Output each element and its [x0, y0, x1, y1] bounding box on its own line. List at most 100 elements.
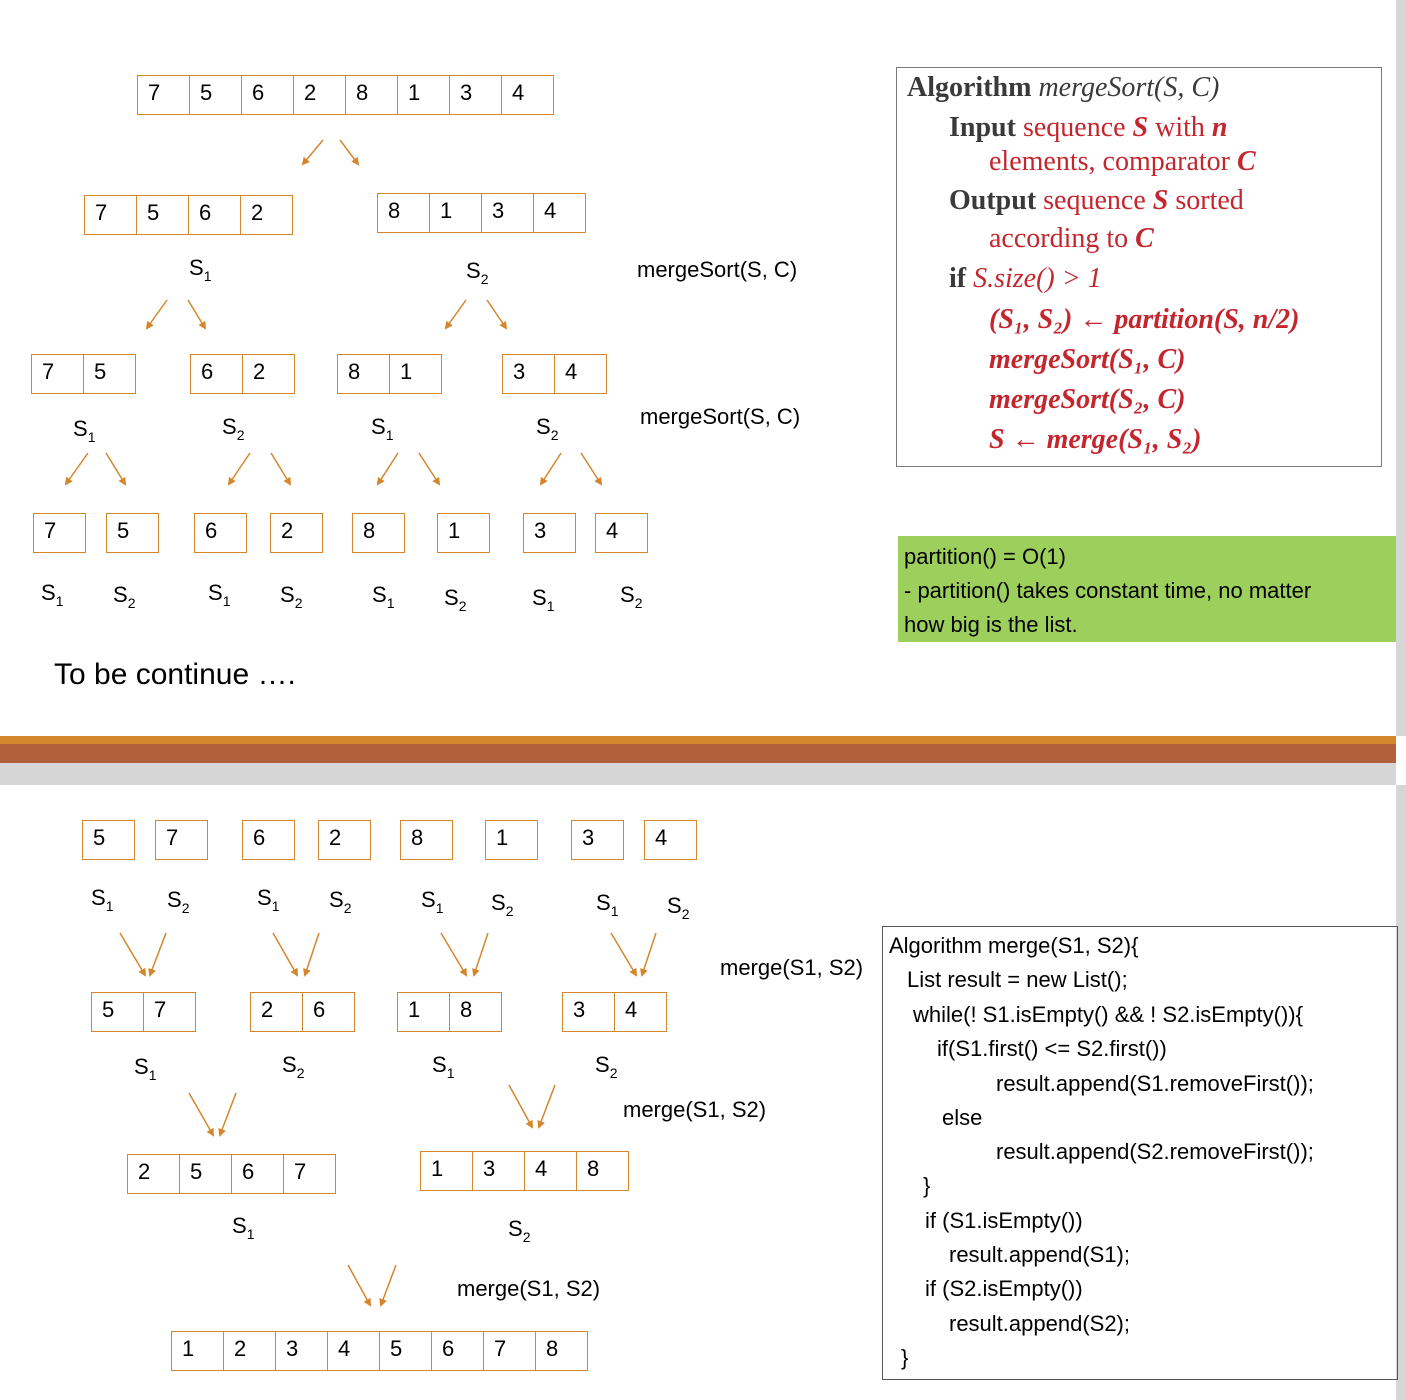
- array-cell: 8: [449, 992, 502, 1032]
- s-subscript: 2: [296, 1065, 305, 1081]
- s-letter: S: [620, 582, 635, 607]
- array-cell: 7: [483, 1331, 536, 1371]
- s-subscript: 2: [550, 427, 559, 443]
- array-cell: 8: [400, 820, 453, 860]
- s-subscript: 2: [343, 900, 352, 916]
- array-cell: 3: [571, 820, 624, 860]
- merge-l1-b: 26: [250, 992, 355, 1032]
- array-cell: 7: [155, 820, 208, 860]
- s-subscript: 1: [271, 898, 280, 914]
- array-cell: 6: [431, 1331, 484, 1371]
- s-subscript: 1: [222, 593, 231, 609]
- array-cell: 3: [449, 75, 502, 115]
- array-cell: 7: [31, 354, 84, 394]
- arrow-line: [347, 1264, 371, 1307]
- code-line: else: [942, 1105, 983, 1130]
- array-cell: 1: [485, 820, 538, 860]
- code-line: Algorithm merge(S1, S2){: [889, 933, 1139, 958]
- s-label: S2: [282, 1052, 304, 1081]
- merge-l0-h: 4: [644, 820, 697, 860]
- s-letter: S: [596, 890, 611, 915]
- s-label: S2: [222, 414, 244, 443]
- arrow-line: [148, 932, 167, 977]
- array-cell: 2: [293, 75, 346, 115]
- s-letter: S: [466, 258, 481, 283]
- algo-input-line: Input sequence S with n: [949, 112, 1228, 143]
- arrow-line: [64, 452, 89, 486]
- algo-step-mergesort-1: mergeSort(S₁, C): [989, 344, 1186, 375]
- s-label: S1: [532, 585, 554, 614]
- arrow-line: [272, 932, 298, 977]
- s-label: S2: [620, 582, 642, 611]
- s-subscript: 2: [127, 595, 136, 611]
- s-letter: S: [491, 890, 506, 915]
- arrow-line: [187, 299, 207, 330]
- s-label: S1: [432, 1052, 454, 1081]
- merge-l0-c: 6: [242, 820, 295, 860]
- s-label: S1: [134, 1054, 156, 1083]
- s-subscript: 2: [681, 906, 690, 922]
- s-label: S1: [371, 414, 393, 443]
- code-line: result.append(S2);: [949, 1311, 1130, 1336]
- s-label: S1: [73, 416, 95, 445]
- array-cell: 6: [188, 195, 241, 235]
- s-label: S2: [329, 887, 351, 916]
- array-cell: 5: [83, 354, 136, 394]
- array-cell: 1: [397, 75, 450, 115]
- s-letter: S: [282, 1052, 297, 1077]
- array-cell: 6: [231, 1154, 284, 1194]
- split-l3-d: 2: [270, 513, 323, 553]
- algo-header: Algorithm mergeSort(S, C): [907, 72, 1220, 103]
- s-label: S1: [41, 580, 63, 609]
- merge-l0-f: 1: [485, 820, 538, 860]
- array-cell: 6: [190, 354, 243, 394]
- code-line: List result = new List();: [907, 967, 1128, 992]
- s-letter: S: [280, 582, 295, 607]
- array-cell: 4: [644, 820, 697, 860]
- array-cell: 8: [576, 1151, 629, 1191]
- array-cell: 4: [524, 1151, 577, 1191]
- array-cell: 2: [270, 513, 323, 553]
- s-letter: S: [113, 582, 128, 607]
- merge-l1-d: 34: [562, 992, 667, 1032]
- merge-l1-c: 18: [397, 992, 502, 1032]
- split-l3-h: 4: [595, 513, 648, 553]
- split-root: 75628134: [137, 75, 554, 115]
- array-cell: 3: [481, 193, 534, 233]
- arrow-line: [508, 1084, 533, 1129]
- s-letter: S: [536, 414, 551, 439]
- array-cell: 6: [302, 992, 355, 1032]
- section-divider-orange: [0, 736, 1396, 744]
- s-letter: S: [73, 416, 88, 441]
- s-letter: S: [134, 1054, 149, 1079]
- split-l2-d: 34: [502, 354, 607, 394]
- merge-l0-a: 5: [82, 820, 135, 860]
- array-cell: 2: [127, 1154, 180, 1194]
- s-subscript: 2: [480, 271, 489, 287]
- s-label: S2: [667, 893, 689, 922]
- s-subscript: 1: [87, 429, 96, 445]
- arrow-line: [270, 452, 292, 486]
- s-label: S2: [466, 258, 488, 287]
- array-cell: 5: [379, 1331, 432, 1371]
- code-line: result.append(S1);: [949, 1242, 1130, 1267]
- arrow-line: [188, 1092, 214, 1137]
- array-cell: 1: [429, 193, 482, 233]
- s-subscript: 2: [236, 427, 245, 443]
- split-l2-a: 75: [31, 354, 136, 394]
- code-line: }: [901, 1345, 909, 1370]
- split-l3-a: 7: [33, 513, 86, 553]
- s-letter: S: [421, 887, 436, 912]
- array-cell: 3: [275, 1331, 328, 1371]
- s-label: S1: [91, 885, 113, 914]
- array-cell: 4: [533, 193, 586, 233]
- s-letter: S: [91, 885, 106, 910]
- array-cell: 2: [318, 820, 371, 860]
- s-letter: S: [208, 580, 223, 605]
- array-cell: 3: [502, 354, 555, 394]
- algo-output-line-2: according to C: [989, 223, 1154, 254]
- s-subscript: 1: [203, 268, 212, 284]
- s-letter: S: [432, 1052, 447, 1077]
- merge-l0-e: 8: [400, 820, 453, 860]
- s-subscript: 1: [105, 898, 114, 914]
